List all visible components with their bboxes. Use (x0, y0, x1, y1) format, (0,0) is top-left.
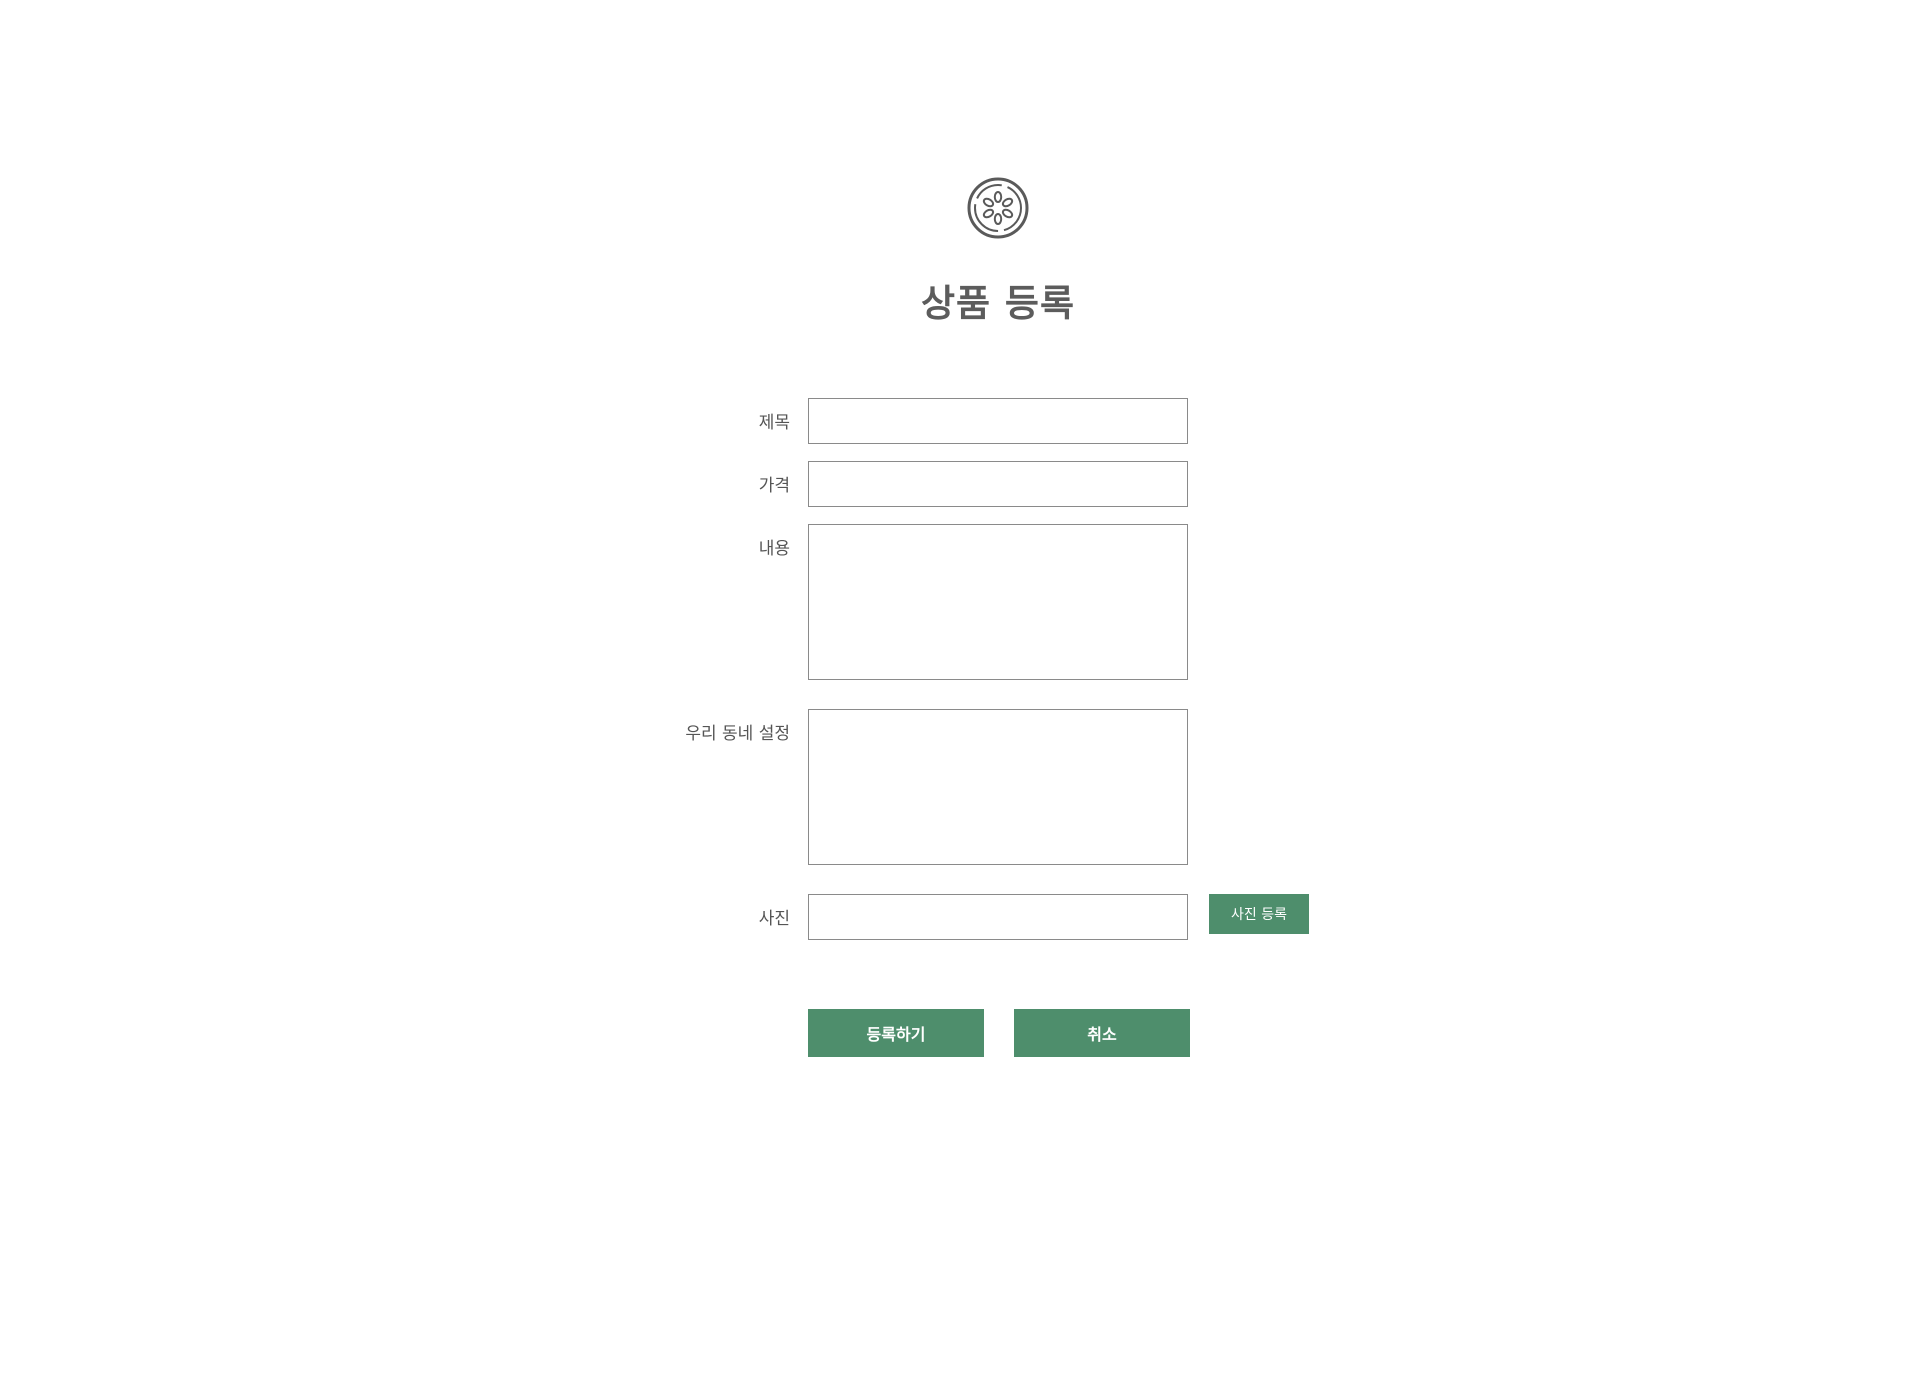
price-label: 가격 (758, 476, 790, 496)
page-title: 상품 등록 (920, 282, 1076, 325)
title-input[interactable] (808, 398, 1188, 444)
photo-label: 사진 (758, 909, 790, 929)
content-label: 내용 (758, 539, 790, 559)
logo-icon (966, 176, 1030, 240)
price-input[interactable] (808, 461, 1188, 507)
seed-flower-icon (967, 177, 1029, 239)
neighborhood-textarea[interactable] (808, 709, 1188, 865)
submit-button[interactable]: 등록하기 (808, 1009, 984, 1057)
photo-upload-button[interactable]: 사진 등록 (1209, 894, 1309, 934)
content-textarea[interactable] (808, 524, 1188, 680)
cancel-button[interactable]: 취소 (1014, 1009, 1190, 1057)
title-label: 제목 (758, 413, 790, 433)
neighborhood-label: 우리 동네 설정 (685, 724, 790, 744)
photo-input[interactable] (808, 894, 1188, 940)
